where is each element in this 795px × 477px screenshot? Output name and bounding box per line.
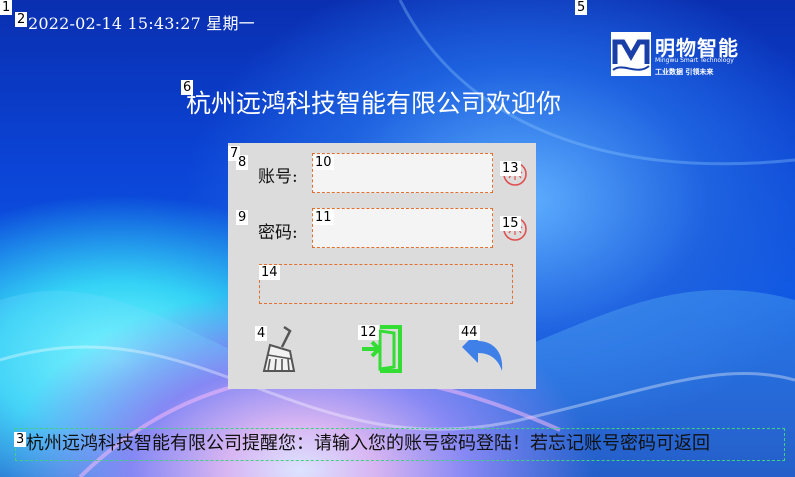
marker-label: 15 bbox=[500, 216, 521, 231]
datetime-display: 2022-02-14 15:43:27 星期一 bbox=[28, 14, 255, 33]
password-input[interactable] bbox=[312, 208, 493, 248]
marker-label: 5 bbox=[575, 0, 588, 15]
account-input[interactable] bbox=[312, 153, 493, 193]
marker-label: 11 bbox=[313, 210, 334, 225]
company-logo: 明物智能 Mingwu Smart Technology 工业数据 引领未来 bbox=[611, 30, 761, 80]
marker-label: 9 bbox=[236, 210, 249, 225]
marker-label: 2 bbox=[15, 12, 28, 27]
logo-slogan-text: 工业数据 引领未来 bbox=[655, 68, 714, 76]
marker-label: 13 bbox=[500, 161, 521, 176]
marker-label: 1 bbox=[0, 0, 13, 15]
marker-label: 3 bbox=[14, 432, 27, 447]
notice-text: 杭州远鸿科技智能有限公司提醒您：请输入您的账号密码登陆！若忘记账号密码可返回 bbox=[26, 433, 710, 454]
marker-label: 6 bbox=[181, 80, 194, 95]
marker-label: 14 bbox=[259, 265, 280, 280]
notice-ticker: 杭州远鸿科技智能有限公司提醒您：请输入您的账号密码登陆！若忘记账号密码可返回 bbox=[15, 428, 785, 461]
welcome-title: 杭州远鸿科技智能有限公司欢迎你 bbox=[186, 89, 562, 118]
marker-label: 44 bbox=[459, 325, 480, 340]
marker-label: 8 bbox=[236, 155, 249, 170]
message-box bbox=[259, 264, 513, 304]
logo-english-text: Mingwu Smart Technology bbox=[655, 57, 734, 64]
marker-label: 12 bbox=[358, 325, 379, 340]
password-label: 密码: bbox=[258, 223, 298, 243]
logo-mark-icon bbox=[611, 32, 651, 76]
marker-label: 10 bbox=[313, 155, 334, 170]
account-label: 账号: bbox=[258, 167, 298, 187]
marker-label: 4 bbox=[255, 326, 268, 341]
